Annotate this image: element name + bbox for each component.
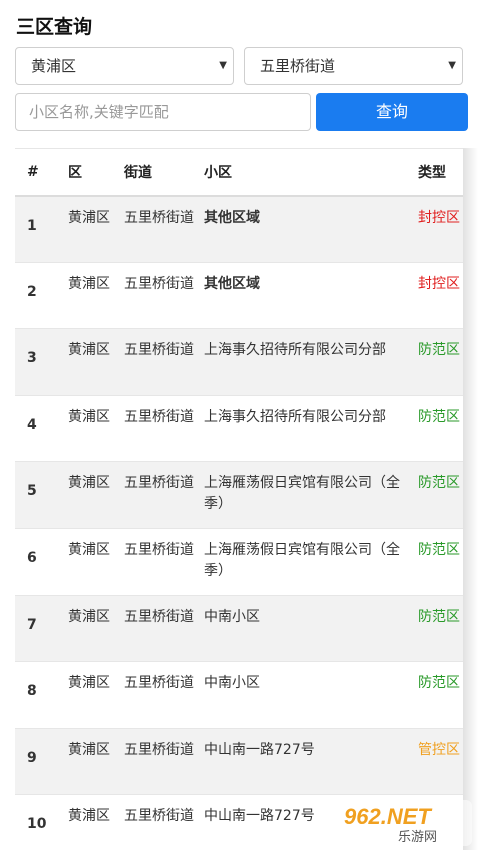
row-type: 防范区 bbox=[418, 594, 463, 662]
row-district: 黄浦区 bbox=[68, 727, 124, 795]
table-row: 2 黄浦区 五里桥街道 其他区域 封控区 bbox=[15, 261, 463, 329]
header-community: 小区 bbox=[204, 148, 418, 197]
header-street: 街道 bbox=[124, 148, 204, 197]
chevron-down-icon: ▼ bbox=[448, 60, 456, 71]
watermark-logo: 962.NET 乐游网 bbox=[336, 800, 472, 846]
row-district: 黄浦区 bbox=[68, 527, 124, 596]
row-district: 黄浦区 bbox=[68, 594, 124, 662]
row-number: 2 bbox=[15, 261, 68, 329]
row-number: 6 bbox=[15, 527, 68, 596]
row-number: 8 bbox=[15, 661, 68, 729]
row-type: 防范区 bbox=[418, 328, 463, 396]
row-street: 五里桥街道 bbox=[124, 195, 204, 263]
row-street: 五里桥街道 bbox=[124, 727, 204, 795]
table-row: 1 黄浦区 五里桥街道 其他区域 封控区 bbox=[15, 195, 463, 263]
row-community: 中南小区 bbox=[204, 661, 418, 729]
row-number: 3 bbox=[15, 328, 68, 396]
row-street: 五里桥街道 bbox=[124, 661, 204, 729]
table-row: 5 黄浦区 五里桥街道 上海雁荡假日宾馆有限公司（全季） 防范区 bbox=[15, 461, 463, 529]
street-select[interactable]: 五里桥街道 ▼ bbox=[244, 47, 463, 85]
row-type: 封控区 bbox=[418, 195, 463, 263]
row-district: 黄浦区 bbox=[68, 328, 124, 396]
district-select[interactable]: 黄浦区 ▼ bbox=[15, 47, 234, 85]
row-street: 五里桥街道 bbox=[124, 594, 204, 662]
row-district: 黄浦区 bbox=[68, 461, 124, 529]
row-type: 管控区 bbox=[418, 727, 463, 795]
row-number: 5 bbox=[15, 461, 68, 529]
row-number: 7 bbox=[15, 594, 68, 662]
search-input[interactable]: 小区名称,关键字匹配 bbox=[15, 93, 311, 131]
row-street: 五里桥街道 bbox=[124, 394, 204, 462]
row-community: 上海雁荡假日宾馆有限公司（全季） bbox=[204, 527, 418, 596]
table-row: 3 黄浦区 五里桥街道 上海事久招待所有限公司分部 防范区 bbox=[15, 328, 463, 396]
row-street: 五里桥街道 bbox=[124, 461, 204, 529]
table-header-row: # 区 街道 小区 类型 bbox=[15, 148, 463, 197]
row-community: 上海事久招待所有限公司分部 bbox=[204, 328, 418, 396]
row-number: 10 bbox=[15, 794, 68, 850]
table-row: 7 黄浦区 五里桥街道 中南小区 防范区 bbox=[15, 594, 463, 662]
table-row: 9 黄浦区 五里桥街道 中山南一路727号 管控区 bbox=[15, 727, 463, 795]
row-street: 五里桥街道 bbox=[124, 527, 204, 596]
row-district: 黄浦区 bbox=[68, 661, 124, 729]
chevron-down-icon: ▼ bbox=[219, 60, 227, 71]
row-community: 上海雁荡假日宾馆有限公司（全季） bbox=[204, 461, 418, 529]
table-body: 1 黄浦区 五里桥街道 其他区域 封控区 2 黄浦区 五里桥街道 其他区域 封控区 3 黄浦区 五里桥街… bbox=[15, 195, 463, 850]
row-community: 其他区域 bbox=[204, 195, 418, 263]
row-number: 4 bbox=[15, 394, 68, 462]
row-district: 黄浦区 bbox=[68, 195, 124, 263]
row-type: 防范区 bbox=[418, 394, 463, 462]
row-type: 防范区 bbox=[418, 661, 463, 729]
watermark-text: 962.NET bbox=[344, 804, 432, 829]
header-district: 区 bbox=[68, 148, 124, 197]
header-num: # bbox=[15, 148, 68, 197]
row-district: 黄浦区 bbox=[68, 261, 124, 329]
scroll-edge-shadow bbox=[463, 148, 478, 850]
results-table: # 区 街道 小区 类型 1 黄浦区 五里桥街道 其他区域 封控区 2 黄浦区 五里桥街道 其他… bbox=[15, 148, 463, 850]
table-row: 8 黄浦区 五里桥街道 中南小区 防范区 bbox=[15, 661, 463, 729]
row-number: 9 bbox=[15, 727, 68, 795]
row-type: 防范区 bbox=[418, 527, 463, 596]
search-button[interactable]: 查询 bbox=[316, 93, 468, 131]
row-type: 防范区 bbox=[418, 461, 463, 529]
row-street: 五里桥街道 bbox=[124, 794, 204, 850]
row-district: 黄浦区 bbox=[68, 794, 124, 850]
watermark-subtext: 乐游网 bbox=[398, 830, 437, 845]
row-community: 其他区域 bbox=[204, 261, 418, 329]
header-type: 类型 bbox=[418, 148, 463, 197]
row-type: 封控区 bbox=[418, 261, 463, 329]
table-row: 4 黄浦区 五里桥街道 上海事久招待所有限公司分部 防范区 bbox=[15, 394, 463, 462]
row-district: 黄浦区 bbox=[68, 394, 124, 462]
street-select-value: 五里桥街道 bbox=[260, 57, 336, 75]
page-title: 三区查询 bbox=[16, 16, 93, 38]
row-street: 五里桥街道 bbox=[124, 261, 204, 329]
row-community: 上海事久招待所有限公司分部 bbox=[204, 394, 418, 462]
row-street: 五里桥街道 bbox=[124, 328, 204, 396]
district-select-value: 黄浦区 bbox=[31, 57, 77, 75]
table-row: 6 黄浦区 五里桥街道 上海雁荡假日宾馆有限公司（全季） 防范区 bbox=[15, 527, 463, 596]
row-community: 中山南一路727号 bbox=[204, 727, 418, 795]
row-number: 1 bbox=[15, 195, 68, 263]
row-community: 中南小区 bbox=[204, 594, 418, 662]
